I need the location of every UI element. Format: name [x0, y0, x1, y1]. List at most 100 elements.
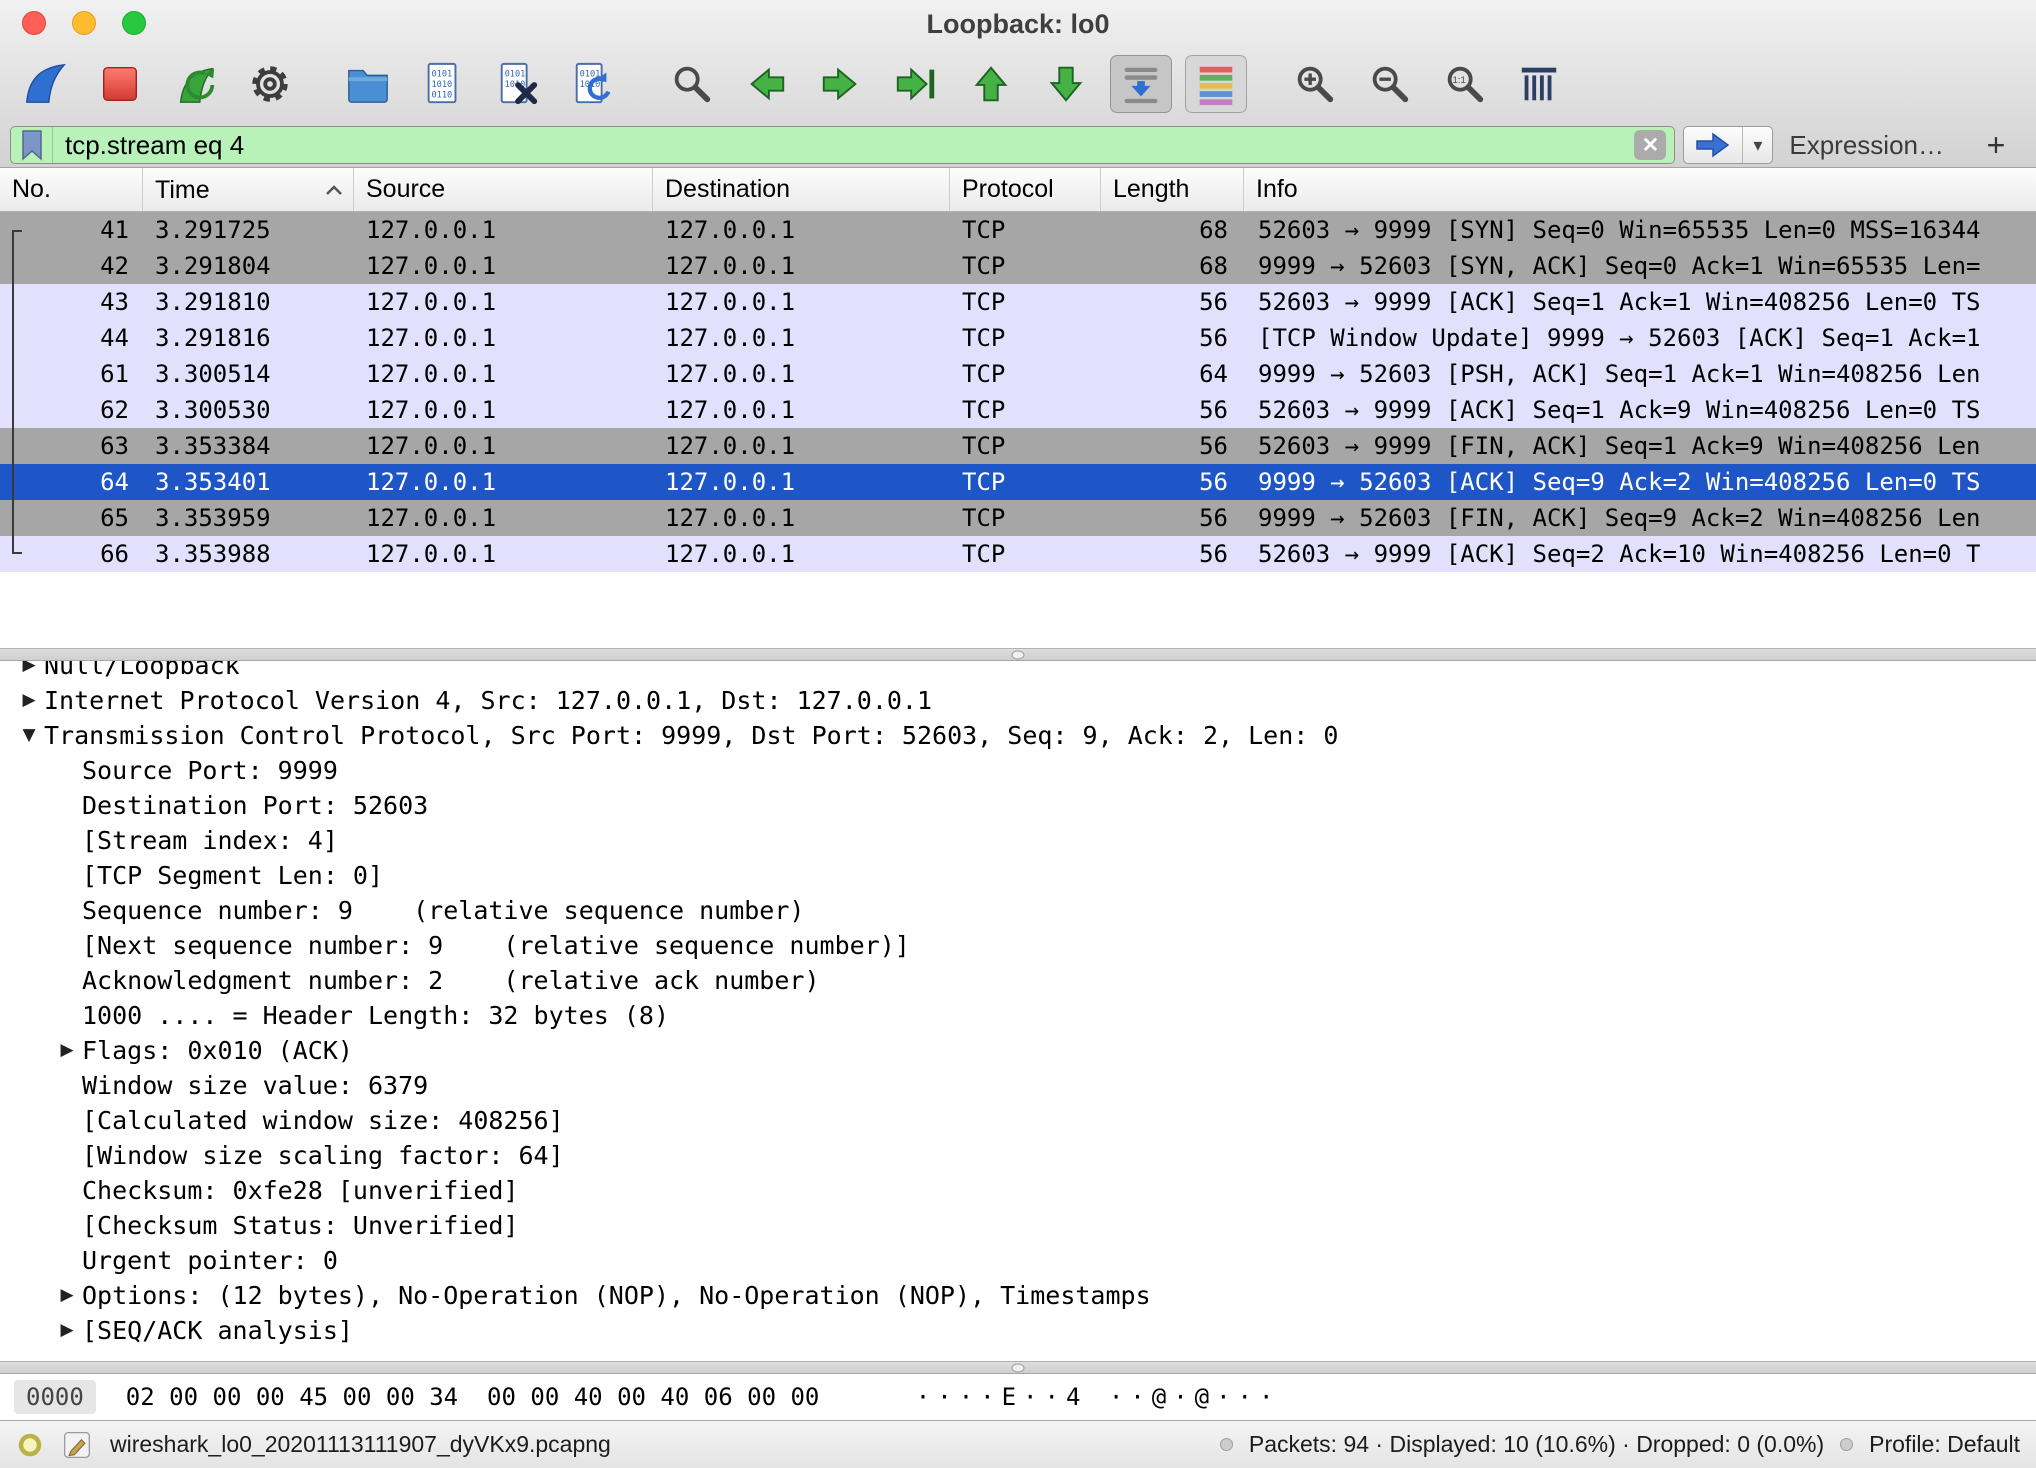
packet-row[interactable]: 44 3.291816 127.0.0.1 127.0.0.1 TCP 56 […: [0, 320, 2036, 356]
clear-filter-button[interactable]: ✕: [1634, 130, 1666, 160]
detail-splitter[interactable]: [0, 1361, 2036, 1374]
open-file-button[interactable]: [337, 55, 399, 113]
expand-collapse-arrow-icon[interactable]: ▶: [14, 683, 44, 718]
packet-list-header: No. Time Source Destination Protocol Len…: [0, 168, 2036, 212]
packet-time: 3.291725: [143, 212, 354, 248]
apply-filter-button[interactable]: [1684, 127, 1742, 163]
filter-history-chevron[interactable]: ▾: [1742, 127, 1772, 163]
expand-collapse-arrow-icon[interactable]: [52, 928, 82, 963]
display-filter-input[interactable]: tcp.stream eq 4 ✕: [10, 126, 1675, 164]
expand-collapse-arrow-icon[interactable]: [52, 1208, 82, 1243]
packet-length: 68: [1101, 248, 1244, 284]
packet-row[interactable]: 64 3.353401 127.0.0.1 127.0.0.1 TCP 56 9…: [0, 464, 2036, 500]
detail-line[interactable]: ▶ Flags: 0x010 (ACK): [0, 1033, 2036, 1068]
resize-columns-button[interactable]: [1508, 55, 1570, 113]
detail-line[interactable]: Acknowledgment number: 2 (relative ack n…: [0, 963, 2036, 998]
colorize-button[interactable]: [1185, 55, 1247, 113]
column-header-source[interactable]: Source: [354, 168, 653, 211]
go-previous-button[interactable]: [735, 55, 797, 113]
hex-ascii[interactable]: ····E··4 ··@·@···: [916, 1383, 1281, 1411]
detail-line[interactable]: Sequence number: 9 (relative sequence nu…: [0, 893, 2036, 928]
filter-text[interactable]: tcp.stream eq 4: [53, 130, 1634, 161]
zoom-normal-button[interactable]: 1:1: [1433, 55, 1495, 113]
packet-source: 127.0.0.1: [354, 356, 653, 392]
detail-line[interactable]: 1000 .... = Header Length: 32 bytes (8): [0, 998, 2036, 1033]
detail-line[interactable]: ▶ Null/Loopback: [0, 661, 2036, 683]
hex-dump-pane[interactable]: 0000 02 00 00 00 45 00 00 34 00 00 40 00…: [0, 1374, 2036, 1420]
find-packet-button[interactable]: [660, 55, 722, 113]
detail-line[interactable]: [Calculated window size: 408256]: [0, 1103, 2036, 1138]
hex-bytes[interactable]: 02 00 00 00 45 00 00 34 00 00 40 00 40 0…: [126, 1383, 916, 1411]
packet-row[interactable]: 65 3.353959 127.0.0.1 127.0.0.1 TCP 56 9…: [0, 500, 2036, 536]
column-header-length[interactable]: Length: [1101, 168, 1244, 211]
detail-line[interactable]: ▶ Options: (12 bytes), No-Operation (NOP…: [0, 1278, 2036, 1313]
detail-line[interactable]: [Checksum Status: Unverified]: [0, 1208, 2036, 1243]
column-header-time[interactable]: Time: [143, 168, 354, 211]
expand-collapse-arrow-icon[interactable]: [52, 1243, 82, 1278]
expand-collapse-arrow-icon[interactable]: [52, 893, 82, 928]
expand-collapse-arrow-icon[interactable]: [52, 963, 82, 998]
detail-line[interactable]: ▼ Transmission Control Protocol, Src Por…: [0, 718, 2036, 753]
packet-row[interactable]: 63 3.353384 127.0.0.1 127.0.0.1 TCP 56 5…: [0, 428, 2036, 464]
detail-line[interactable]: [Stream index: 4]: [0, 823, 2036, 858]
expand-collapse-arrow-icon[interactable]: ▶: [14, 661, 44, 683]
expand-collapse-arrow-icon[interactable]: [52, 858, 82, 893]
expand-collapse-arrow-icon[interactable]: ▶: [52, 1033, 82, 1068]
expand-collapse-arrow-icon[interactable]: ▶: [52, 1278, 82, 1313]
packet-row[interactable]: 43 3.291810 127.0.0.1 127.0.0.1 TCP 56 5…: [0, 284, 2036, 320]
restart-capture-button[interactable]: [164, 55, 226, 113]
status-dot-icon: [1220, 1438, 1233, 1451]
column-header-protocol[interactable]: Protocol: [950, 168, 1101, 211]
expand-collapse-arrow-icon[interactable]: [52, 1138, 82, 1173]
detail-line[interactable]: Source Port: 9999: [0, 753, 2036, 788]
packet-row[interactable]: 41 3.291725 127.0.0.1 127.0.0.1 TCP 68 5…: [0, 212, 2036, 248]
detail-line[interactable]: [Window size scaling factor: 64]: [0, 1138, 2036, 1173]
expand-collapse-arrow-icon[interactable]: ▶: [52, 1313, 82, 1348]
auto-scroll-button[interactable]: [1110, 55, 1172, 113]
expert-info-icon[interactable]: [16, 1431, 44, 1459]
expand-collapse-arrow-icon[interactable]: [52, 1103, 82, 1138]
go-first-packet-button[interactable]: [960, 55, 1022, 113]
expand-collapse-arrow-icon[interactable]: [52, 753, 82, 788]
detail-line[interactable]: Destination Port: 52603: [0, 788, 2036, 823]
expand-collapse-arrow-icon[interactable]: [52, 788, 82, 823]
packet-row[interactable]: 66 3.353988 127.0.0.1 127.0.0.1 TCP 56 5…: [0, 536, 2036, 572]
detail-line[interactable]: Checksum: 0xfe28 [unverified]: [0, 1173, 2036, 1208]
close-file-button[interactable]: 01011010: [487, 55, 549, 113]
go-next-button[interactable]: [810, 55, 872, 113]
packet-row[interactable]: 61 3.300514 127.0.0.1 127.0.0.1 TCP 64 9…: [0, 356, 2036, 392]
detail-line[interactable]: Urgent pointer: 0: [0, 1243, 2036, 1278]
expression-button[interactable]: Expression…: [1789, 130, 1944, 161]
zoom-out-button[interactable]: [1358, 55, 1420, 113]
detail-line[interactable]: [TCP Segment Len: 0]: [0, 858, 2036, 893]
profile-label[interactable]: Profile: Default: [1869, 1431, 2020, 1458]
detail-line-text: [SEQ/ACK analysis]: [82, 1313, 2036, 1348]
capture-options-button[interactable]: [239, 55, 301, 113]
add-filter-button[interactable]: +: [1978, 127, 2014, 164]
filter-bookmark-button[interactable]: [11, 127, 53, 163]
expand-collapse-arrow-icon[interactable]: [52, 823, 82, 858]
go-last-packet-button[interactable]: [1035, 55, 1097, 113]
detail-line[interactable]: Window size value: 6379: [0, 1068, 2036, 1103]
reload-file-button[interactable]: 01011010: [562, 55, 624, 113]
detail-line[interactable]: [Next sequence number: 9 (relative seque…: [0, 928, 2036, 963]
expand-collapse-arrow-icon[interactable]: [52, 998, 82, 1033]
expand-collapse-arrow-icon[interactable]: [52, 1068, 82, 1103]
capture-comment-pencil-icon[interactable]: [62, 1430, 92, 1460]
expand-collapse-arrow-icon[interactable]: [52, 1173, 82, 1208]
detail-line[interactable]: ▶ Internet Protocol Version 4, Src: 127.…: [0, 683, 2036, 718]
zoom-in-button[interactable]: [1283, 55, 1345, 113]
column-header-no[interactable]: No.: [0, 168, 143, 211]
expand-collapse-arrow-icon[interactable]: ▼: [14, 718, 44, 753]
go-to-packet-button[interactable]: [885, 55, 947, 113]
save-file-button[interactable]: 010110100110: [412, 55, 474, 113]
packet-list-splitter[interactable]: [0, 648, 2036, 661]
detail-line-text: Flags: 0x010 (ACK): [82, 1033, 2036, 1068]
packet-row[interactable]: 62 3.300530 127.0.0.1 127.0.0.1 TCP 56 5…: [0, 392, 2036, 428]
start-capture-button[interactable]: [14, 55, 76, 113]
stop-capture-button[interactable]: [89, 55, 151, 113]
column-header-destination[interactable]: Destination: [653, 168, 950, 211]
packet-row[interactable]: 42 3.291804 127.0.0.1 127.0.0.1 TCP 68 9…: [0, 248, 2036, 284]
detail-line[interactable]: ▶ [SEQ/ACK analysis]: [0, 1313, 2036, 1348]
column-header-info[interactable]: Info: [1244, 168, 2036, 211]
